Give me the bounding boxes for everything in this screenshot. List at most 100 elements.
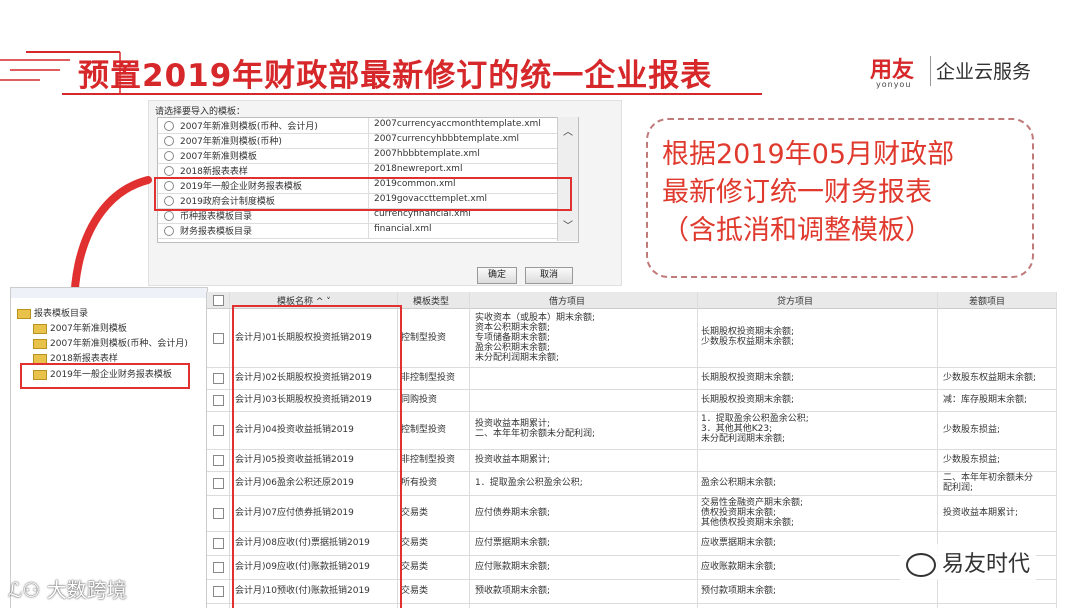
template-name: 2007年新准则模板 — [180, 152, 257, 162]
brand-logo-sub: yonyou — [876, 80, 912, 89]
debit-cell: 预收款项期末余额; — [475, 586, 551, 596]
template-option[interactable]: 2007年新准则模板(币种) 2007currencyhbbbtemplate.… — [158, 133, 578, 149]
row-checkbox[interactable] — [213, 333, 224, 344]
radio-button[interactable] — [164, 151, 174, 161]
tree-item-label: 2007年新准则模板(币种、会计月) — [50, 339, 188, 349]
template-type-cell: 交易类 — [401, 538, 429, 548]
slide: 预置2019年财政部最新修订的统一企业报表 用友 yonyou 企业云服务 请选… — [0, 0, 1080, 608]
column-divider — [1056, 292, 1057, 608]
template-name: 2007年新准则模板(币种) — [180, 137, 282, 147]
diff-cell: 投资收益本期累计; — [943, 508, 1019, 518]
tree-item-label: 2007年新准则模板 — [50, 324, 127, 334]
highlight-box-tree-item — [20, 363, 190, 389]
template-type-cell: 交易类 — [401, 586, 429, 596]
column-divider — [368, 163, 369, 178]
watermark-left: ℒ⚇ 大数跨境 — [8, 578, 127, 602]
annotation-callout: 根据2019年05月财政部 最新修订统一财务报表 （含抵消和调整模板） — [646, 118, 1034, 278]
debit-cell: 投资收益本期累计; — [475, 455, 551, 465]
template-file: 2007currencyaccmonthtemplate.xml — [374, 119, 541, 129]
folder-icon — [17, 308, 31, 319]
credit-cell: 长期股权投资期末余额; — [701, 373, 795, 383]
title-underline — [62, 93, 762, 95]
column-header-credit[interactable]: 贷方项目 — [777, 294, 813, 307]
diff-cell: 二、本年年初余额未分 配利润; — [943, 473, 1034, 493]
template-option[interactable]: 2007年新准则模板(币种、会计月) 2007currencyaccmontht… — [158, 118, 578, 134]
column-header-debit[interactable]: 借方项目 — [549, 294, 585, 307]
debit-cell: 应付账款期末余额; — [475, 562, 551, 572]
brand-separator — [930, 56, 931, 86]
row-checkbox[interactable] — [213, 425, 224, 436]
template-name: 2018新报表表样 — [180, 167, 248, 177]
scroll-down-icon[interactable]: ﹀ — [563, 217, 573, 232]
debit-cell: 投资收益本期累计; 二、本年年初余额未分配利润; — [475, 419, 596, 439]
credit-cell: 盈余公积期末余额; — [701, 478, 777, 488]
annotation-line-2: 最新修订统一财务报表 — [662, 177, 932, 208]
credit-cell: 应收票据期末余额; — [701, 538, 777, 548]
annotation-line-1: 根据2019年05月财政部 — [662, 139, 955, 170]
dialog-prompt: 请选择要导入的模板： — [155, 107, 246, 117]
scroll-up-icon[interactable]: ︿ — [563, 123, 573, 138]
credit-cell: 应收账款期末余额; — [701, 562, 777, 572]
template-type-cell: 同购投资 — [401, 395, 438, 405]
watermark-left-text: 大数跨境 — [46, 578, 127, 602]
column-header-diff[interactable]: 差额项目 — [969, 294, 1005, 307]
highlight-box-template-names — [232, 305, 402, 608]
column-divider — [368, 223, 369, 238]
column-divider — [697, 292, 698, 608]
select-all-checkbox[interactable] — [213, 295, 224, 306]
template-type-cell: 控制型投资 — [401, 425, 447, 435]
template-type-cell: 控制型投资 — [401, 333, 447, 343]
debit-cell: 实收资本（或股本）期末余额; 资本公积期末余额; 专项储备期末余额; 盈余公积期… — [475, 313, 596, 363]
radio-button[interactable] — [164, 121, 174, 131]
highlight-box-2019-templates — [154, 177, 572, 211]
column-divider — [469, 292, 470, 608]
tree-item[interactable]: 2007年新准则模板 — [33, 321, 127, 334]
credit-cell: 长期股权投资期末余额; 少数股东权益期末余额; — [701, 327, 795, 347]
folder-icon — [33, 338, 47, 349]
template-tree-panel: 报表模板目录 2007年新准则模板 2007年新准则模板(币种、会计月) 201… — [10, 287, 208, 608]
template-name: 2007年新准则模板(币种、会计月) — [180, 122, 318, 132]
diff-cell: 少数股东损益; — [943, 455, 1001, 465]
watermark-right: 易友时代 — [900, 544, 1037, 580]
row-checkbox[interactable] — [213, 586, 224, 597]
template-type-cell: 非控制型投资 — [401, 373, 456, 383]
tree-toolbar — [11, 288, 207, 298]
cancel-button[interactable]: 取消 — [525, 267, 573, 284]
diff-cell: 少数股东损益; — [943, 425, 1001, 435]
tree-item[interactable]: 2007年新准则模板(币种、会计月) — [33, 336, 188, 349]
debit-cell: 应付债券期末余额; — [475, 508, 551, 518]
row-checkbox[interactable] — [213, 373, 224, 384]
template-type-cell: 所有投资 — [401, 478, 438, 488]
row-checkbox[interactable] — [213, 395, 224, 406]
row-checkbox[interactable] — [213, 455, 224, 466]
radio-button[interactable] — [164, 136, 174, 146]
template-type-cell: 交易类 — [401, 508, 429, 518]
brand-tagline: 企业云服务 — [936, 61, 1032, 83]
column-header-type[interactable]: 模板类型 — [413, 294, 449, 307]
column-divider — [368, 148, 369, 163]
debit-cell: 1．提取盈余公积盈余公积; — [475, 478, 583, 488]
diff-cell: 减：库存股期末余额; — [943, 395, 1028, 405]
column-divider — [368, 133, 369, 148]
template-type-cell: 非控制型投资 — [401, 455, 456, 465]
template-file: 2018newreport.xml — [374, 164, 463, 174]
page-title: 预置2019年财政部最新修订的统一企业报表 — [78, 58, 713, 94]
row-checkbox[interactable] — [213, 508, 224, 519]
credit-cell: 1．提取盈余公积盈余公积; 3．其他其他K23; 未分配利润期末余额; — [701, 414, 809, 444]
column-divider — [229, 292, 230, 608]
row-checkbox[interactable] — [213, 562, 224, 573]
template-option[interactable]: 2007年新准则模板 2007hbbbtemplate.xml — [158, 148, 578, 164]
template-file: financial.xml — [374, 224, 432, 234]
credit-cell: 预付款项期末余额; — [701, 586, 777, 596]
watermark-right-text: 易友时代 — [942, 552, 1031, 577]
folder-icon — [33, 353, 47, 364]
template-option[interactable]: 财务报表模板目录 financial.xml — [158, 223, 578, 239]
row-checkbox[interactable] — [213, 538, 224, 549]
template-file: 2007hbbbtemplate.xml — [374, 149, 480, 159]
ok-button[interactable]: 确定 — [477, 267, 517, 284]
template-file: 2007currencyhbbbtemplate.xml — [374, 134, 520, 144]
tree-root[interactable]: 报表模板目录 — [17, 306, 88, 319]
annotation-line-3: （含抵消和调整模板） — [662, 215, 932, 246]
folder-icon — [33, 323, 47, 334]
row-checkbox[interactable] — [213, 478, 224, 489]
